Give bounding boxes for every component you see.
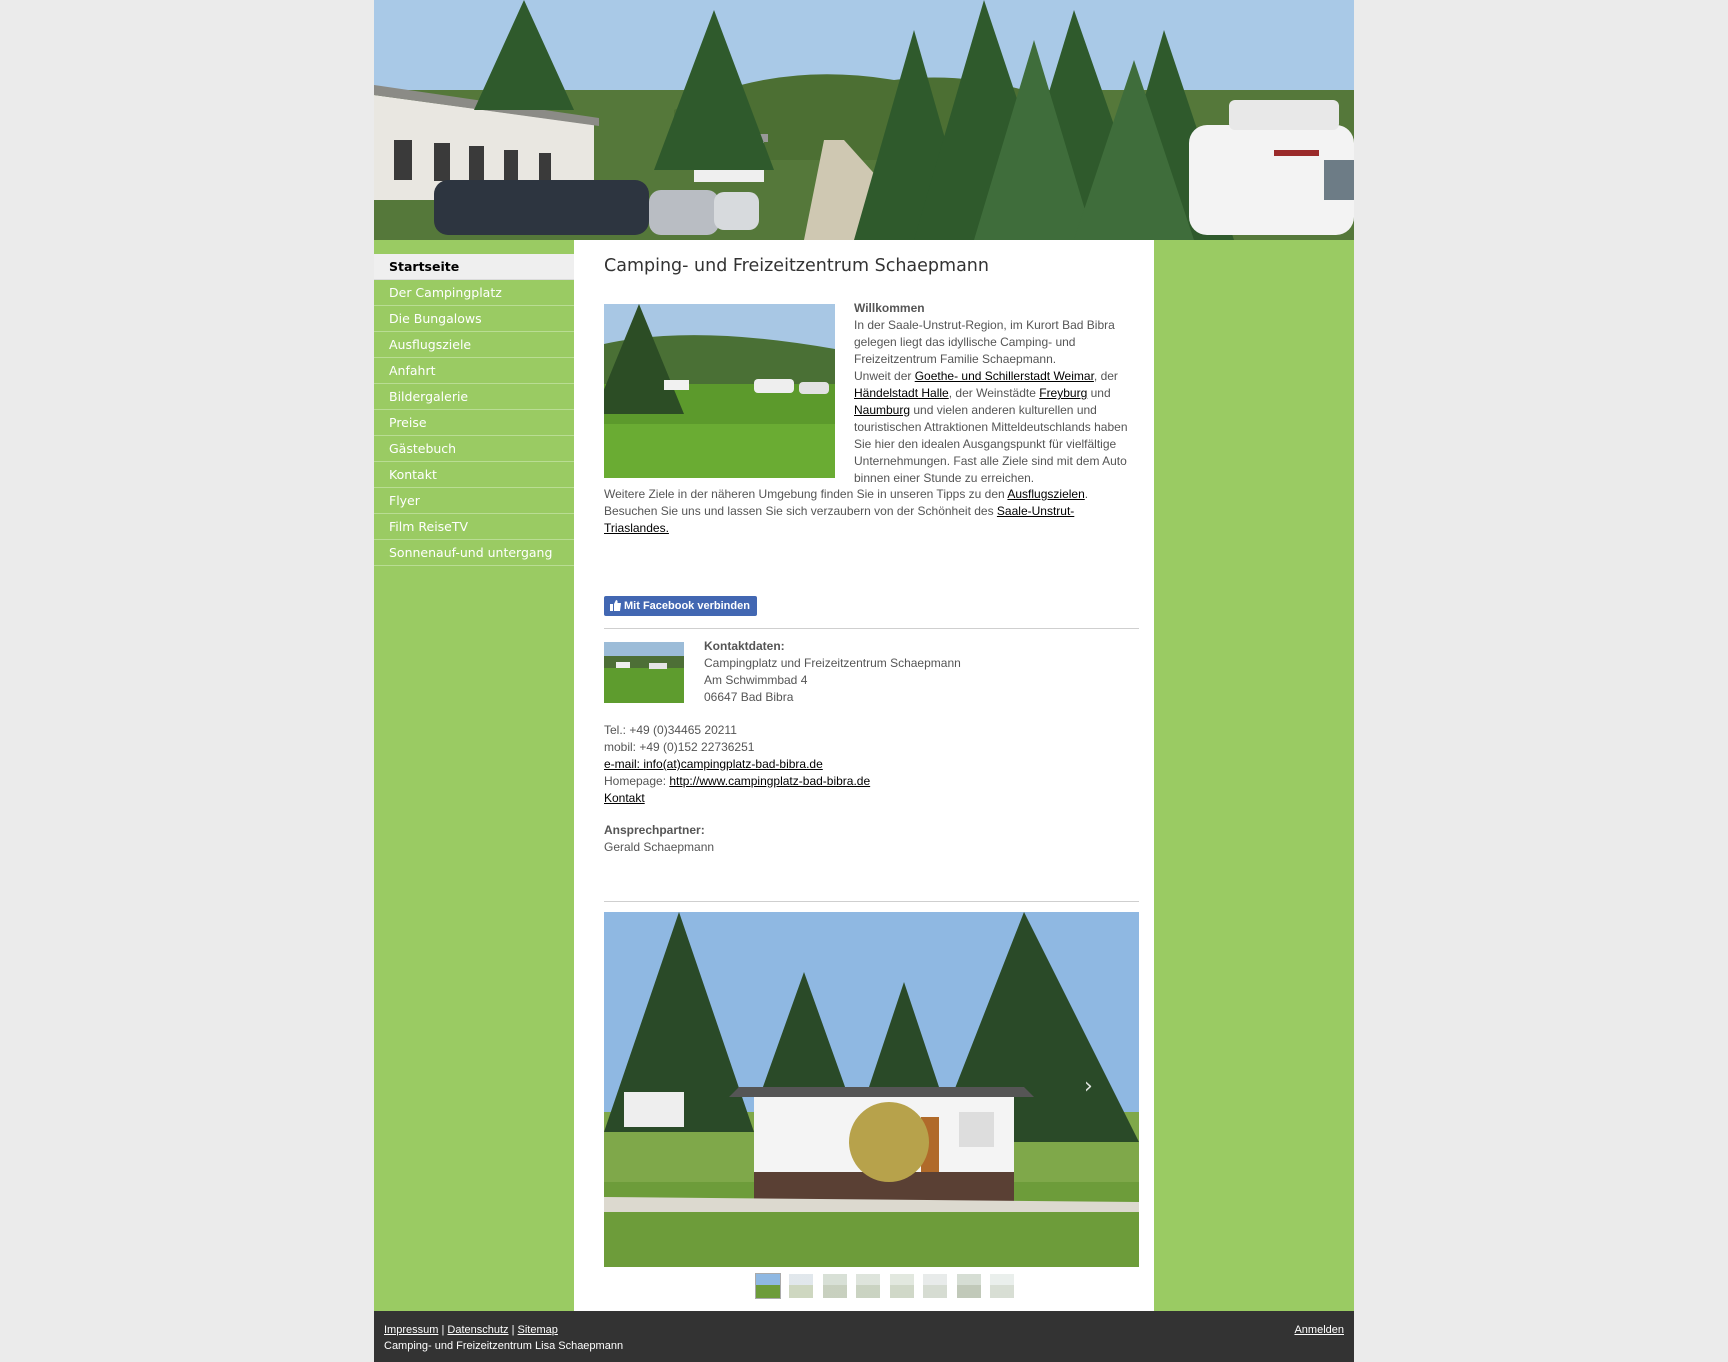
nav-item-flyer[interactable]: Flyer	[374, 488, 574, 514]
contact-person: Ansprechpartner: Gerald Schaepmann	[604, 822, 1129, 856]
welcome-text-fragment: Unweit der	[854, 369, 915, 383]
slideshow-thumbnails	[755, 1273, 1019, 1299]
nav-item-film-reisetv[interactable]: Film ReiseTV	[374, 514, 574, 540]
slideshow-thumbnail[interactable]	[822, 1274, 847, 1298]
slideshow-thumbnail[interactable]	[856, 1274, 881, 1298]
link-weimar[interactable]: Goethe- und Schillerstadt Weimar	[915, 369, 1094, 383]
facebook-button-label: Mit Facebook verbinden	[624, 600, 750, 612]
divider	[604, 628, 1139, 629]
main-content: Camping- und Freizeitzentrum Schaepmann …	[574, 240, 1154, 1311]
welcome-paragraph-1: In der Saale-Unstrut-Region, im Kurort B…	[854, 318, 1115, 366]
footer-separator: |	[441, 1324, 445, 1336]
nav-item-ausflugsziele[interactable]: Ausflugsziele	[374, 332, 574, 358]
welcome-heading: Willkommen	[854, 301, 925, 315]
page-wrapper: Startseite Der Campingplatz Die Bungalow…	[374, 0, 1354, 1362]
footer-separator: |	[511, 1324, 515, 1336]
sitemap-link[interactable]: Sitemap	[518, 1324, 558, 1336]
text-fragment: Besuchen Sie uns und lassen Sie sich ver…	[604, 504, 997, 518]
image-slideshow[interactable]: ›	[604, 912, 1139, 1267]
facebook-connect-button[interactable]: Mit Facebook verbinden	[604, 596, 757, 616]
impressum-link[interactable]: Impressum	[384, 1324, 438, 1336]
slideshow-thumbnail[interactable]	[889, 1274, 914, 1298]
slideshow-thumbnail[interactable]	[956, 1274, 981, 1298]
link-naumburg[interactable]: Naumburg	[854, 403, 910, 417]
nav-item-anfahrt[interactable]: Anfahrt	[374, 358, 574, 384]
header-photo	[374, 0, 1354, 240]
nav-item-startseite[interactable]: Startseite	[374, 254, 574, 280]
slideshow-image	[604, 912, 1139, 1267]
datenschutz-link[interactable]: Datenschutz	[447, 1324, 508, 1336]
link-freyburg[interactable]: Freyburg	[1039, 386, 1087, 400]
nav-item-gaestebuch[interactable]: Gästebuch	[374, 436, 574, 462]
slideshow-thumbnail[interactable]	[990, 1274, 1015, 1298]
homepage-link[interactable]: http://www.campingplatz-bad-bibra.de	[669, 774, 870, 788]
welcome-text-fragment: , der	[1093, 369, 1118, 383]
text-fragment: Weitere Ziele in der näheren Umgebung fi…	[604, 487, 1008, 501]
email-link[interactable]: e-mail: info(at)campingplatz-bad-bibra.d…	[604, 757, 823, 771]
slideshow-thumbnail[interactable]	[923, 1274, 948, 1298]
contact-name: Campingplatz und Freizeitzentrum Schaepm…	[704, 656, 961, 670]
thumbs-up-icon	[610, 600, 621, 611]
slideshow-thumbnail[interactable]	[755, 1273, 781, 1299]
page-title: Camping- und Freizeitzentrum Schaepmann	[604, 256, 989, 276]
footer-links: Impressum | Datenschutz | Sitemap	[384, 1324, 558, 1336]
link-ausflugsziele[interactable]: Ausflugszielen	[1007, 487, 1084, 501]
intro-photo	[604, 304, 835, 478]
chevron-right-icon[interactable]: ›	[1084, 1074, 1093, 1099]
contact-data: Kontaktdaten: Campingplatz und Freizeitz…	[704, 638, 1104, 706]
contact-mobile: mobil: +49 (0)152 22736251	[604, 740, 755, 754]
partner-name: Gerald Schaepmann	[604, 840, 715, 854]
partner-heading: Ansprechpartner:	[604, 823, 705, 837]
contact-phone: Tel.: +49 (0)34465 20211	[604, 723, 737, 737]
contact-page-link[interactable]: Kontakt	[604, 791, 645, 805]
link-halle[interactable]: Händelstadt Halle	[854, 386, 949, 400]
nav-item-campingplatz[interactable]: Der Campingplatz	[374, 280, 574, 306]
contact-details: Tel.: +49 (0)34465 20211 mobil: +49 (0)1…	[604, 722, 1129, 807]
nav-item-bildergalerie[interactable]: Bildergalerie	[374, 384, 574, 410]
homepage-label: Homepage:	[604, 774, 670, 788]
further-destinations-text: Weitere Ziele in der näheren Umgebung fi…	[604, 486, 1129, 537]
nav-item-preise[interactable]: Preise	[374, 410, 574, 436]
contact-heading: Kontaktdaten:	[704, 639, 785, 653]
welcome-text-fragment: , der Weinstädte	[948, 386, 1040, 400]
welcome-text: Willkommen In der Saale-Unstrut-Region, …	[854, 300, 1129, 487]
contact-city: 06647 Bad Bibra	[704, 690, 794, 704]
slideshow-thumbnail[interactable]	[789, 1274, 814, 1298]
footer: Impressum | Datenschutz | Sitemap Campin…	[374, 1311, 1354, 1362]
contact-street: Am Schwimmbad 4	[704, 673, 808, 687]
nav-item-bungalows[interactable]: Die Bungalows	[374, 306, 574, 332]
nav-item-sonnenaufgang[interactable]: Sonnenauf-und untergang	[374, 540, 574, 566]
text-fragment: .	[1084, 487, 1089, 501]
welcome-text-fragment: und	[1087, 386, 1111, 400]
main-navigation: Startseite Der Campingplatz Die Bungalow…	[374, 254, 574, 566]
login-link[interactable]: Anmelden	[1294, 1324, 1344, 1336]
nav-item-kontakt[interactable]: Kontakt	[374, 462, 574, 488]
contact-photo	[604, 642, 684, 703]
divider	[604, 901, 1139, 902]
footer-copyright: Camping- und Freizeitzentrum Lisa Schaep…	[384, 1340, 624, 1352]
